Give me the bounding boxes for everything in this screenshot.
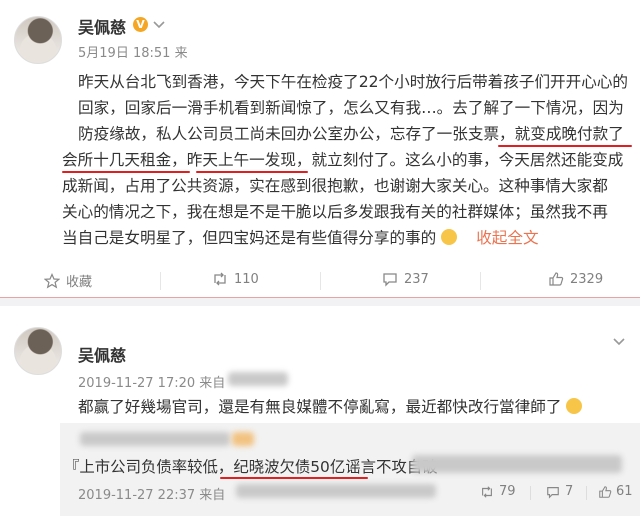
highlight-underline	[196, 171, 308, 173]
post-text: 都赢了好幾場官司，還是有無良媒體不停亂寫，最近都快改行當律師了	[78, 398, 562, 416]
post-text-line: 防疫缘故，私人公司员工尚未回办公室办公，忘存了一张支票，就变成晚付款了	[78, 125, 624, 143]
author-name[interactable]: 吴佩慈	[78, 14, 126, 38]
collapse-link[interactable]: 收起全文	[476, 229, 538, 247]
post-source: 来	[174, 46, 188, 61]
quoted-source: 来自	[199, 488, 226, 503]
chevron-down-icon[interactable]	[152, 18, 166, 32]
redacted-quoted-source	[236, 484, 436, 498]
comment-count: 237	[404, 271, 429, 287]
quoted-text[interactable]: 『上市公司负债率较低，纪晓波欠债50亿谣言不攻自破	[64, 455, 438, 477]
post-time[interactable]: 5月19日 18:51	[78, 46, 170, 61]
favorite-button[interactable]: 收藏	[44, 271, 92, 290]
crying-laughing-emoji-icon	[566, 398, 583, 414]
comment-button[interactable]: 237	[382, 271, 429, 287]
section-divider	[0, 298, 640, 306]
redacted-quoted-text	[412, 455, 622, 473]
like-count: 2329	[570, 271, 604, 287]
highlight-underline	[498, 145, 632, 147]
repost-icon	[214, 272, 226, 286]
grimace-emoji-icon	[441, 229, 458, 245]
post-text-line: 会所十几天租金，昨天上午一发现，就立刻付了。这么小的事，今天居然还能变成	[62, 151, 624, 169]
post-meta: 2019-11-27 17:20 来自	[78, 372, 225, 391]
thumbs-up-icon	[549, 272, 564, 286]
redacted-badge	[232, 432, 254, 446]
post-text-line: 回家，回家后一滑手机看到新闻惊了，怎么又有我…。去了解了一下情况，因为	[78, 99, 624, 117]
post-time[interactable]: 2019-11-27 17:20	[78, 376, 195, 391]
quoted-text-highlight: 纪晓波欠债50亿谣言不攻自破	[233, 458, 438, 476]
toolbar-divider	[530, 486, 531, 500]
quoted-meta: 2019-11-27 22:37 来自	[78, 484, 225, 503]
star-icon	[44, 272, 60, 288]
post-source: 来自	[199, 376, 226, 391]
quoted-comment-button[interactable]: 7	[546, 484, 573, 499]
redacted-quoted-author	[80, 432, 230, 446]
post-meta: 5月19日 18:51 来	[78, 42, 188, 61]
post-text-fragment: 当自己是女明星了，但四宝妈还是有些值得分享的事的	[62, 229, 437, 247]
toolbar-divider	[320, 272, 321, 290]
post-text-line-2: 都赢了好幾場官司，還是有無良媒體不停亂寫，最近都快改行當律師了	[78, 395, 583, 417]
avatar[interactable]	[14, 16, 62, 64]
redacted-source	[228, 372, 288, 386]
thumbs-up-icon	[599, 485, 612, 498]
favorite-label: 收藏	[66, 275, 93, 290]
author-name[interactable]: 吴佩慈	[78, 342, 126, 366]
toolbar-divider	[160, 272, 161, 290]
post-text-line: 关心的情况之下，我在想是不是干脆以后多发跟我有关的社群媒体；虽然我不再	[62, 203, 608, 221]
comment-icon	[547, 486, 559, 499]
repost-button[interactable]: 110	[212, 271, 259, 287]
quoted-repost-count: 79	[499, 484, 516, 499]
repost-icon	[482, 485, 492, 498]
quoted-repost-button[interactable]: 79	[480, 484, 516, 499]
quoted-like-count: 61	[616, 484, 633, 499]
verified-badge-icon: V	[133, 17, 148, 32]
like-button[interactable]: 2329	[548, 271, 603, 287]
post-text-line-last: 当自己是女明星了，但四宝妈还是有些值得分享的事的 收起全文	[62, 226, 539, 248]
comment-icon	[383, 273, 397, 287]
quoted-text-prefix: 『上市公司负债率较低，	[64, 458, 234, 476]
highlight-underline	[220, 477, 368, 479]
quoted-time[interactable]: 2019-11-27 22:37	[78, 488, 195, 503]
toolbar-divider	[480, 272, 481, 290]
quoted-comment-count: 7	[565, 484, 574, 499]
avatar[interactable]	[14, 327, 62, 375]
chevron-down-icon[interactable]	[612, 335, 626, 349]
post-text-line: 成新闻，占用了公共资源，实在感到很抱歉，也谢谢大家关心。这种事情大家都	[62, 177, 608, 195]
toolbar-divider	[586, 486, 587, 500]
quoted-like-button[interactable]: 61	[598, 484, 633, 499]
highlight-underline	[62, 171, 190, 173]
repost-count: 110	[234, 271, 259, 287]
post-text-line: 昨天从台北飞到香港，今天下午在检疫了22个小时放行后带着孩子们开开心心的	[78, 73, 629, 91]
